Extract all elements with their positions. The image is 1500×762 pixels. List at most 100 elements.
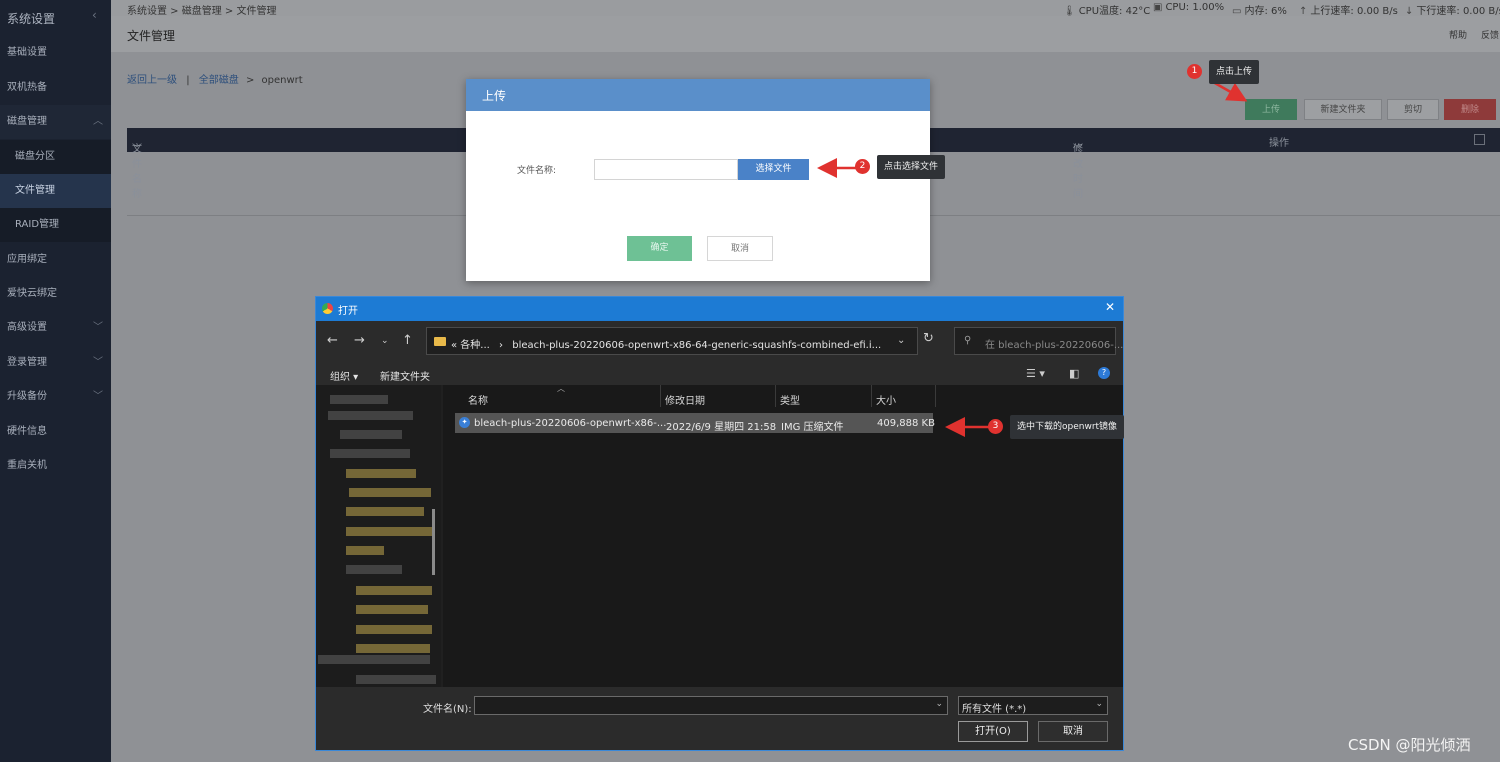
folder-icon (434, 337, 446, 346)
file-name: bleach-plus-20220606-openwrt-x86-... (474, 418, 667, 429)
sidebar-item-upgrade-backup[interactable]: 升级备份 ﹀ (0, 380, 111, 414)
blurred-nav-item[interactable] (356, 586, 432, 595)
feedback-link[interactable]: 反馈 (1481, 28, 1499, 41)
dialog-navbar: ← → ⌄ ↑ « 各种... › bleach-plus-20220606-o… (316, 321, 1123, 363)
refresh-icon[interactable]: ↻ (923, 331, 934, 346)
blurred-nav-item[interactable] (346, 507, 424, 516)
dialog-command-bar: 组织 ▾ 新建文件夹 ☰ ▾ ◧ ? (316, 363, 1123, 385)
chevron-down-icon: ⌄ (1095, 699, 1103, 709)
sidebar-item-ikuai-cloud[interactable]: 爱快云绑定 (0, 277, 111, 311)
chrome-icon (322, 303, 333, 314)
cancel-button[interactable]: 取消 (707, 236, 773, 261)
sidebar-item-disk-partition[interactable]: 磁盘分区 (0, 140, 111, 174)
dialog-cancel-button[interactable]: 取消 (1038, 721, 1108, 742)
help-icon[interactable]: ? (1098, 367, 1110, 379)
blurred-nav-item[interactable] (356, 625, 432, 634)
column-name[interactable]: 名称 (468, 392, 488, 407)
modal-header: 上传 (466, 79, 930, 111)
sidebar-item-reboot[interactable]: 重启关机 (0, 449, 111, 483)
forward-arrow-icon[interactable]: → (354, 333, 365, 348)
blurred-nav-item[interactable] (330, 395, 388, 404)
address-path: « 各种... › bleach-plus-20220606-openwrt-x… (451, 340, 882, 351)
close-icon[interactable]: ✕ (1105, 300, 1115, 314)
sidebar-item-raid-management[interactable]: RAID管理 (0, 208, 111, 242)
all-disks-link[interactable]: 全部磁盘 (199, 75, 239, 86)
chevron-down-icon[interactable]: ⌄ (935, 699, 943, 709)
sidebar-item-login-management[interactable]: 登录管理 ﹀ (0, 346, 111, 380)
organize-menu[interactable]: 组织 ▾ (330, 368, 358, 383)
column-separator[interactable] (871, 385, 872, 407)
sidebar-item-file-management[interactable]: 文件管理 (0, 174, 111, 208)
blurred-nav-item[interactable] (349, 488, 431, 497)
recent-dropdown-icon[interactable]: ⌄ (381, 336, 389, 346)
search-box[interactable]: ⚲ 在 bleach-plus-20220606-... (954, 327, 1123, 355)
path-navigation: 返回上一级 | 全部磁盘 > openwrt (127, 71, 303, 86)
back-link[interactable]: 返回上一级 (127, 75, 177, 86)
new-folder-button[interactable]: 新建文件夹 (1304, 99, 1382, 120)
blurred-nav-item[interactable] (356, 675, 436, 684)
sidebar-item-hot-standby[interactable]: 双机热备 (0, 71, 111, 105)
blurred-nav-item[interactable] (330, 449, 410, 458)
confirm-button[interactable]: 确定 (627, 236, 692, 261)
file-name-input[interactable] (594, 159, 738, 180)
column-separator[interactable] (935, 385, 936, 407)
blurred-nav-item[interactable] (328, 411, 413, 420)
sidebar-item-app-binding[interactable]: 应用绑定 (0, 243, 111, 277)
chevron-down-icon: ﹀ (93, 357, 103, 368)
help-link[interactable]: 帮助 (1449, 28, 1467, 41)
callout-tip-3: 选中下载的openwrt镜像 (1010, 415, 1125, 439)
choose-file-button[interactable]: 选择文件 (738, 159, 809, 180)
chevron-down-icon: ﹀ (132, 144, 142, 155)
chip-icon: ▣ (1153, 2, 1163, 13)
blurred-nav-item[interactable] (346, 469, 416, 478)
select-all-checkbox[interactable] (1474, 134, 1485, 145)
blurred-nav-item[interactable] (346, 546, 384, 555)
dialog-title: 打开 (338, 306, 358, 317)
filename-input[interactable]: ⌄ (474, 696, 948, 715)
upload-button[interactable]: 上传 (1245, 99, 1297, 120)
cpu-temp-stat: 🌡 CPU温度: 42°C (1063, 6, 1151, 17)
file-open-dialog: 打开 ✕ ← → ⌄ ↑ « 各种... › bleach-plus-20220… (315, 296, 1124, 751)
blurred-nav-item[interactable] (340, 430, 402, 439)
sidebar-item-basic-settings[interactable]: 基础设置 (0, 36, 111, 70)
filetype-select[interactable]: 所有文件 (*.*) ⌄ (958, 696, 1108, 715)
collapse-icon[interactable]: ‹ (92, 8, 97, 22)
address-bar[interactable]: « 各种... › bleach-plus-20220606-openwrt-x… (426, 327, 918, 355)
chevron-up-icon: ︿ (93, 116, 103, 127)
cut-button[interactable]: 剪切 (1387, 99, 1439, 120)
file-type: IMG 压缩文件 (781, 422, 844, 433)
file-row-selected[interactable]: ✦ bleach-plus-20220606-openwrt-x86-... 2… (455, 413, 935, 433)
nav-scrollbar[interactable] (432, 509, 435, 575)
memory-stat: ▭ 内存: 6% (1232, 6, 1287, 17)
view-options-icon[interactable]: ☰ ▾ (1026, 367, 1045, 380)
column-separator[interactable] (660, 385, 661, 407)
top-status-bar: 系统设置 > 磁盘管理 > 文件管理 🌡 CPU温度: 42°C ▣ CPU: 1.… (111, 0, 1500, 17)
open-button[interactable]: 打开(O) (958, 721, 1028, 742)
chevron-down-icon: ﹀ (1073, 144, 1083, 155)
callout-badge-1: 1 (1187, 64, 1202, 79)
sidebar-item-advanced[interactable]: 高级设置 ﹀ (0, 311, 111, 345)
blurred-nav-item[interactable] (346, 565, 402, 574)
delete-button[interactable]: 删除 (1444, 99, 1496, 120)
blurred-nav-item[interactable] (318, 655, 430, 664)
column-separator[interactable] (775, 385, 776, 407)
column-type[interactable]: 类型 (780, 392, 800, 407)
column-date[interactable]: 修改日期 (665, 392, 705, 407)
back-arrow-icon[interactable]: ← (327, 333, 338, 348)
new-folder-command[interactable]: 新建文件夹 (380, 368, 430, 383)
column-size[interactable]: 大小 (876, 392, 896, 407)
chevron-down-icon: ﹀ (93, 391, 103, 402)
blurred-nav-item[interactable] (356, 644, 430, 653)
chevron-down-icon[interactable]: ⌄ (897, 335, 905, 346)
preview-pane-icon[interactable]: ◧ (1069, 367, 1079, 380)
up-arrow-icon[interactable]: ↑ (402, 333, 413, 348)
sidebar-item-hardware-info[interactable]: 硬件信息 (0, 415, 111, 449)
sidebar-item-disk-management[interactable]: 磁盘管理 ︿ (0, 105, 111, 139)
blurred-nav-item[interactable] (346, 527, 432, 536)
download-speed-stat: ↓ 下行速率: 0.00 B/s (1405, 6, 1500, 17)
blurred-nav-item[interactable] (356, 605, 428, 614)
search-icon: ⚲ (964, 335, 972, 346)
sidebar: 系统设置 ‹ 基础设置 双机热备 磁盘管理 ︿ 磁盘分区 文件管理 RAID管理… (0, 0, 111, 762)
callout-tip-2: 点击选择文件 (877, 155, 946, 179)
search-placeholder: 在 bleach-plus-20220606-... (985, 340, 1124, 351)
